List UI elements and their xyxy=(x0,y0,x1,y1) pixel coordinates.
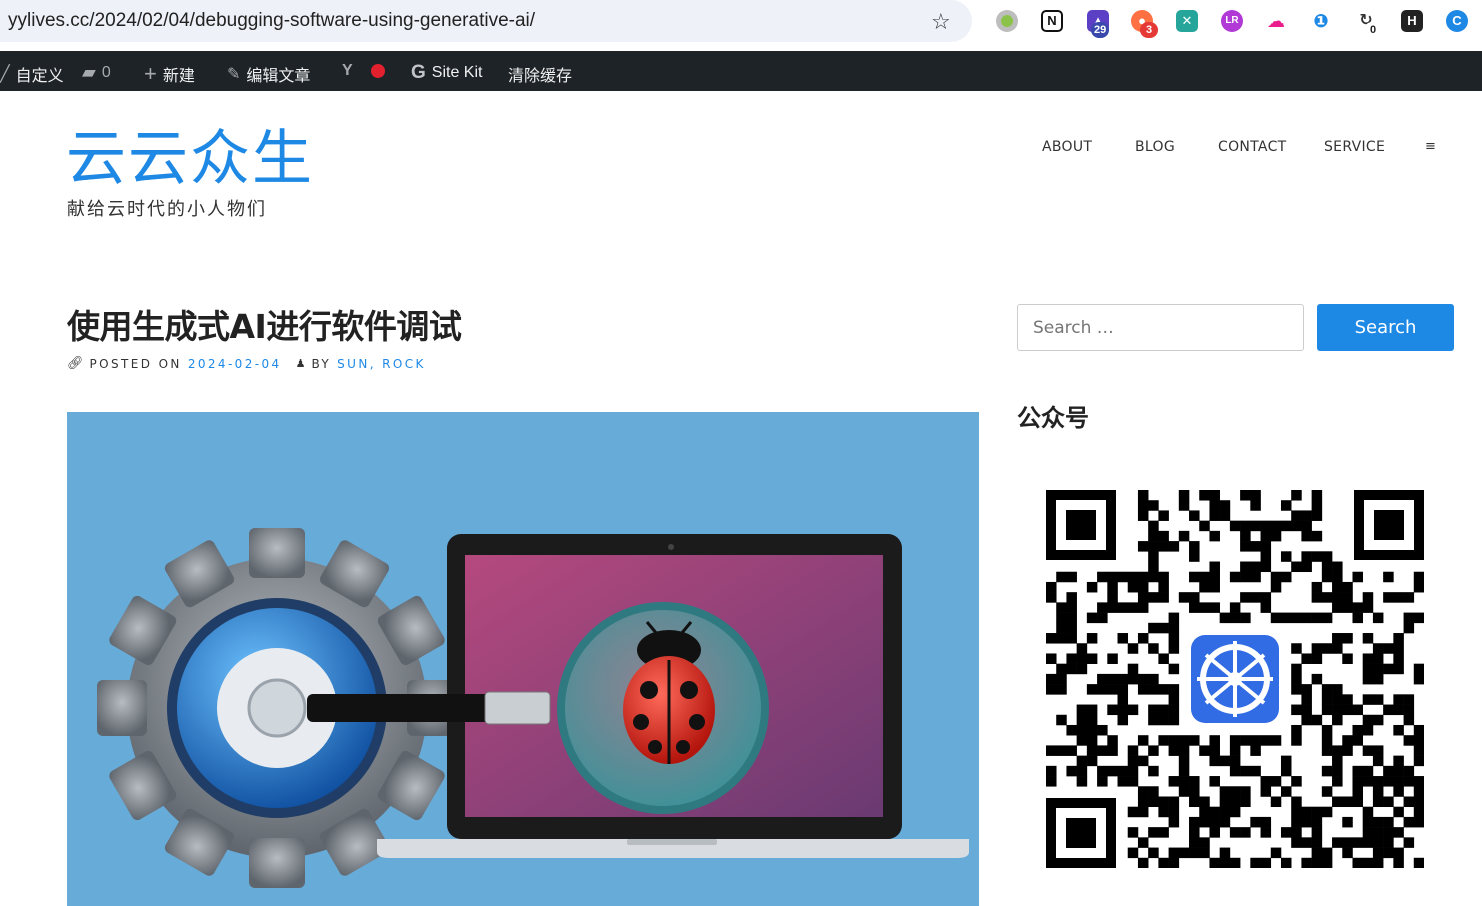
site-tagline: 献给云时代的小人物们 xyxy=(67,199,267,219)
admin-edit[interactable]: ✎ 编辑文章 xyxy=(227,62,310,86)
admin-sitekit-label: Site Kit xyxy=(431,64,483,81)
nav-about[interactable]: ABOUT xyxy=(1042,139,1092,155)
admin-new[interactable]: + 新建 xyxy=(144,62,195,86)
lr-ext-icon[interactable]: LR xyxy=(1221,10,1243,32)
bookmark-star-icon[interactable]: ☆ xyxy=(931,9,951,35)
featured-image xyxy=(67,412,979,906)
debug-illustration xyxy=(97,528,969,888)
author-icon: ♟ xyxy=(295,357,306,370)
admin-clear-cache[interactable]: 清除缓存 xyxy=(508,62,572,86)
wp-admin-bar: ╱ 自定义 ▰ 0 + 新建 ✎ 编辑文章 Y G Site Kit 清除缓存 xyxy=(0,51,1482,91)
circle-ext-icon[interactable] xyxy=(996,10,1018,32)
admin-clear-cache-label: 清除缓存 xyxy=(508,68,573,85)
grid-ext-icon[interactable]: ✕ xyxy=(1176,10,1198,32)
admin-yoast[interactable]: Y xyxy=(342,62,385,80)
admin-customize-label: 自定义 xyxy=(15,68,64,85)
nav-service[interactable]: SERVICE xyxy=(1324,139,1385,155)
hamburger-menu-icon[interactable]: ≡ xyxy=(1425,139,1436,154)
admin-comments-count: 0 xyxy=(101,63,111,81)
browser-toolbar: yylives.cc/2024/02/04/debugging-software… xyxy=(0,0,1482,51)
post-title: 使用生成式AI进行软件调试 xyxy=(67,307,462,346)
nav-blog[interactable]: BLOG xyxy=(1135,139,1175,155)
graduation-ext-badge: 29 xyxy=(1091,22,1110,38)
notion-icon[interactable]: N xyxy=(1041,10,1063,32)
post-author-link[interactable]: SUN, ROCK xyxy=(337,357,426,371)
url-text[interactable]: yylives.cc/2024/02/04/debugging-software… xyxy=(8,10,535,32)
link-icon: 🔗︎ xyxy=(67,356,84,371)
admin-sitekit[interactable]: G Site Kit xyxy=(411,62,482,84)
admin-edit-label: 编辑文章 xyxy=(246,68,311,85)
chat-ext-badge: 3 xyxy=(1140,22,1158,38)
bookmark-ext-icon[interactable]: ❶ xyxy=(1310,10,1332,32)
by-label: BY xyxy=(311,356,332,371)
admin-new-label: 新建 xyxy=(162,68,195,85)
kubernetes-logo-icon xyxy=(1185,629,1285,729)
comment-icon: ▰ xyxy=(82,62,96,82)
google-g-icon: G xyxy=(411,62,426,83)
posted-on-label: POSTED ON xyxy=(89,356,182,371)
admin-comments[interactable]: ▰ 0 xyxy=(82,62,111,83)
address-bar[interactable]: yylives.cc/2024/02/04/debugging-software… xyxy=(0,0,972,42)
blue-ext-icon[interactable]: C xyxy=(1446,10,1468,32)
qr-code-image xyxy=(1046,490,1425,869)
widget-title: 公众号 xyxy=(1017,405,1089,432)
brush-icon: ╱ xyxy=(0,66,10,83)
admin-customize[interactable]: ╱ 自定义 xyxy=(0,62,64,86)
post-meta: 🔗︎ POSTED ON 2024-02-04 ♟ BY SUN, ROCK xyxy=(67,356,426,371)
wechat-qr-code xyxy=(1046,490,1425,869)
h-ext-icon[interactable]: H xyxy=(1401,10,1423,32)
pencil-icon: ✎ xyxy=(227,66,241,83)
post-date-link[interactable]: 2024-02-04 xyxy=(188,357,282,371)
search-input[interactable] xyxy=(1017,304,1304,351)
nav-contact[interactable]: CONTACT xyxy=(1218,139,1287,155)
search-button[interactable]: Search xyxy=(1317,304,1454,351)
plus-icon: + xyxy=(144,61,157,86)
seo-status-dot-icon xyxy=(370,64,385,78)
refresh-ext-badge: 0 xyxy=(1364,22,1382,38)
yoast-icon: Y xyxy=(342,62,353,79)
cloud-ext-icon[interactable]: ☁ xyxy=(1265,10,1287,32)
site-title[interactable]: 云云众生 xyxy=(66,124,314,194)
